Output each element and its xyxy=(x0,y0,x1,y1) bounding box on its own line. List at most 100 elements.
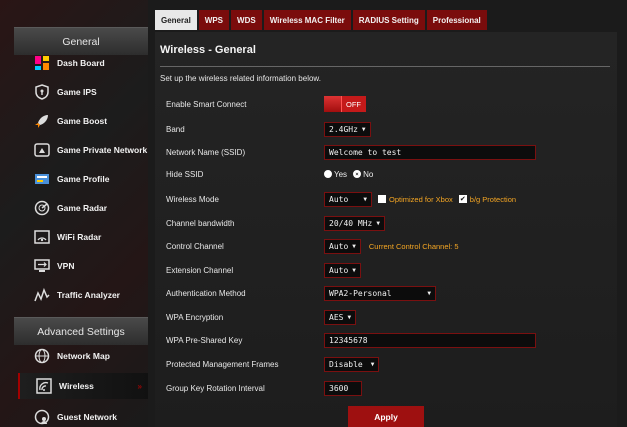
network-icon xyxy=(33,141,51,159)
control-channel-select[interactable]: Auto ▼ xyxy=(324,238,361,254)
band-select[interactable]: 2.4GHz ▼ xyxy=(324,121,371,137)
smart-connect-toggle[interactable]: OFF xyxy=(324,96,366,112)
page-title: Wireless - General xyxy=(160,44,256,56)
hide-ssid-label: Hide SSID xyxy=(166,169,204,179)
sidebar-item-wifi-radar[interactable]: WiFi Radar xyxy=(18,224,148,250)
sidebar: General Dash Board Game IPS Game Boost G… xyxy=(0,0,148,427)
radar-icon xyxy=(33,199,51,217)
traffic-analyzer-icon xyxy=(33,286,51,304)
auth-method-label: Authentication Method xyxy=(166,288,246,298)
auth-method-select[interactable]: WPA2-Personal ▼ xyxy=(324,285,436,301)
chevron-down-icon: ▼ xyxy=(352,266,356,274)
wireless-icon xyxy=(35,377,53,395)
sidebar-item-game-radar[interactable]: Game Radar xyxy=(18,195,148,221)
current-channel-text: Current Control Channel: 5 xyxy=(368,241,459,251)
auth-method-value: WPA2-Personal xyxy=(329,288,392,298)
sidebar-item-label: Network Map xyxy=(57,350,110,361)
active-arrow-icon: » xyxy=(137,381,142,391)
sidebar-item-label: Game Private Network xyxy=(57,144,148,155)
sidebar-item-game-profile[interactable]: Game Profile xyxy=(18,166,148,192)
sidebar-item-label: Dash Board xyxy=(57,57,105,68)
pmf-select[interactable]: Disable ▼ xyxy=(324,356,380,372)
pmf-label: Protected Management Frames xyxy=(166,359,279,369)
tab-wireless-mac-filter[interactable]: Wireless MAC Filter xyxy=(263,10,351,30)
sidebar-item-label: VPN xyxy=(57,260,75,271)
tab-wps[interactable]: WPS xyxy=(198,10,230,30)
tab-professional[interactable]: Professional xyxy=(426,10,487,30)
sidebar-item-label: Guest Network xyxy=(57,411,117,422)
sidebar-item-game-private-network[interactable]: Game Private Network xyxy=(18,137,148,163)
xbox-checkbox[interactable] xyxy=(378,195,386,203)
sidebar-item-guest-network[interactable]: Guest Network xyxy=(18,404,148,427)
shield-icon xyxy=(33,83,51,101)
sidebar-item-label: Game Radar xyxy=(57,202,108,213)
pmf-value: Disable xyxy=(329,359,363,369)
sidebar-item-label: Game IPS xyxy=(57,86,97,97)
smart-connect-label: Enable Smart Connect xyxy=(166,99,247,109)
control-channel-value: Auto xyxy=(329,241,349,251)
wireless-mode-label: Wireless Mode xyxy=(166,194,219,204)
bg-protection-checkbox[interactable]: ✔ xyxy=(458,195,467,203)
chevron-down-icon: ▼ xyxy=(370,360,375,368)
hide-ssid-no-label: No xyxy=(363,169,374,179)
vpn-icon xyxy=(33,257,51,275)
wifi-radar-icon xyxy=(33,228,51,246)
sidebar-item-network-map[interactable]: Network Map xyxy=(18,343,148,369)
sidebar-item-label: Game Profile xyxy=(57,173,110,184)
extension-channel-label: Extension Channel xyxy=(166,265,234,275)
sidebar-item-game-ips[interactable]: Game IPS xyxy=(18,79,148,105)
ssid-label: Network Name (SSID) xyxy=(166,147,246,157)
sidebar-item-dashboard[interactable]: Dash Board xyxy=(18,50,148,76)
sidebar-item-vpn[interactable]: VPN xyxy=(18,253,148,279)
guest-network-icon xyxy=(33,408,51,426)
sidebar-header-advanced: Advanced Settings xyxy=(14,317,148,345)
control-channel-label: Control Channel xyxy=(166,241,224,251)
sidebar-item-game-boost[interactable]: Game Boost xyxy=(18,108,148,134)
wpa-encryption-select[interactable]: AES ▼ xyxy=(324,309,357,325)
group-key-input[interactable]: 3600 xyxy=(324,380,362,396)
hide-ssid-yes-radio[interactable] xyxy=(324,170,332,178)
tab-wds[interactable]: WDS xyxy=(231,10,262,30)
hide-ssid-no-radio[interactable] xyxy=(353,170,362,178)
tab-radius-setting[interactable]: RADIUS Setting xyxy=(352,10,425,30)
bg-protection-label: b/g Protection xyxy=(469,194,517,204)
sidebar-item-label: Wireless xyxy=(59,380,94,391)
extension-channel-value: Auto xyxy=(329,265,349,275)
dashboard-icon xyxy=(33,54,51,72)
wpa-psk-label: WPA Pre-Shared Key xyxy=(166,335,243,345)
channel-bandwidth-select[interactable]: 20/40 MHz ▼ xyxy=(324,215,385,231)
main-panel: Wireless - General Set up the wireless r… xyxy=(155,32,617,427)
globe-icon xyxy=(33,347,51,365)
chevron-down-icon: ▼ xyxy=(363,195,367,203)
chevron-down-icon: ▼ xyxy=(352,242,356,250)
wpa-encryption-label: WPA Encryption xyxy=(166,312,224,322)
ssid-input[interactable]: Welcome to test xyxy=(324,144,536,160)
channel-bandwidth-label: Channel bandwidth xyxy=(166,218,235,228)
tab-bar: General WPS WDS Wireless MAC Filter RADI… xyxy=(155,10,489,30)
smart-connect-state: OFF xyxy=(346,99,361,109)
chevron-down-icon: ▼ xyxy=(347,313,352,321)
apply-button[interactable]: Apply xyxy=(348,406,424,427)
xbox-label: Optimized for Xbox xyxy=(389,194,453,204)
tab-general[interactable]: General xyxy=(155,10,197,30)
chevron-down-icon: ▼ xyxy=(376,219,380,227)
sidebar-item-traffic-analyzer[interactable]: Traffic Analyzer xyxy=(18,282,148,308)
sidebar-item-label: WiFi Radar xyxy=(57,231,102,242)
title-divider xyxy=(160,66,610,67)
chevron-down-icon: ▼ xyxy=(427,289,431,297)
page-description: Set up the wireless related information … xyxy=(160,74,321,83)
wireless-mode-value: Auto xyxy=(329,194,349,204)
group-key-label: Group Key Rotation Interval xyxy=(166,383,265,393)
extension-channel-select[interactable]: Auto ▼ xyxy=(324,262,361,278)
sidebar-item-label: Game Boost xyxy=(57,115,108,126)
rocket-icon xyxy=(33,112,51,130)
profile-icon xyxy=(33,170,51,188)
band-value: 2.4GHz xyxy=(329,124,358,134)
sidebar-item-wireless[interactable]: Wireless » xyxy=(18,373,148,399)
band-label: Band xyxy=(166,124,185,134)
wpa-psk-input[interactable]: 12345678 xyxy=(324,332,536,348)
channel-bandwidth-value: 20/40 MHz xyxy=(329,218,373,228)
hide-ssid-yes-label: Yes xyxy=(334,169,348,179)
wireless-mode-select[interactable]: Auto ▼ xyxy=(324,191,372,207)
chevron-down-icon: ▼ xyxy=(361,125,366,133)
